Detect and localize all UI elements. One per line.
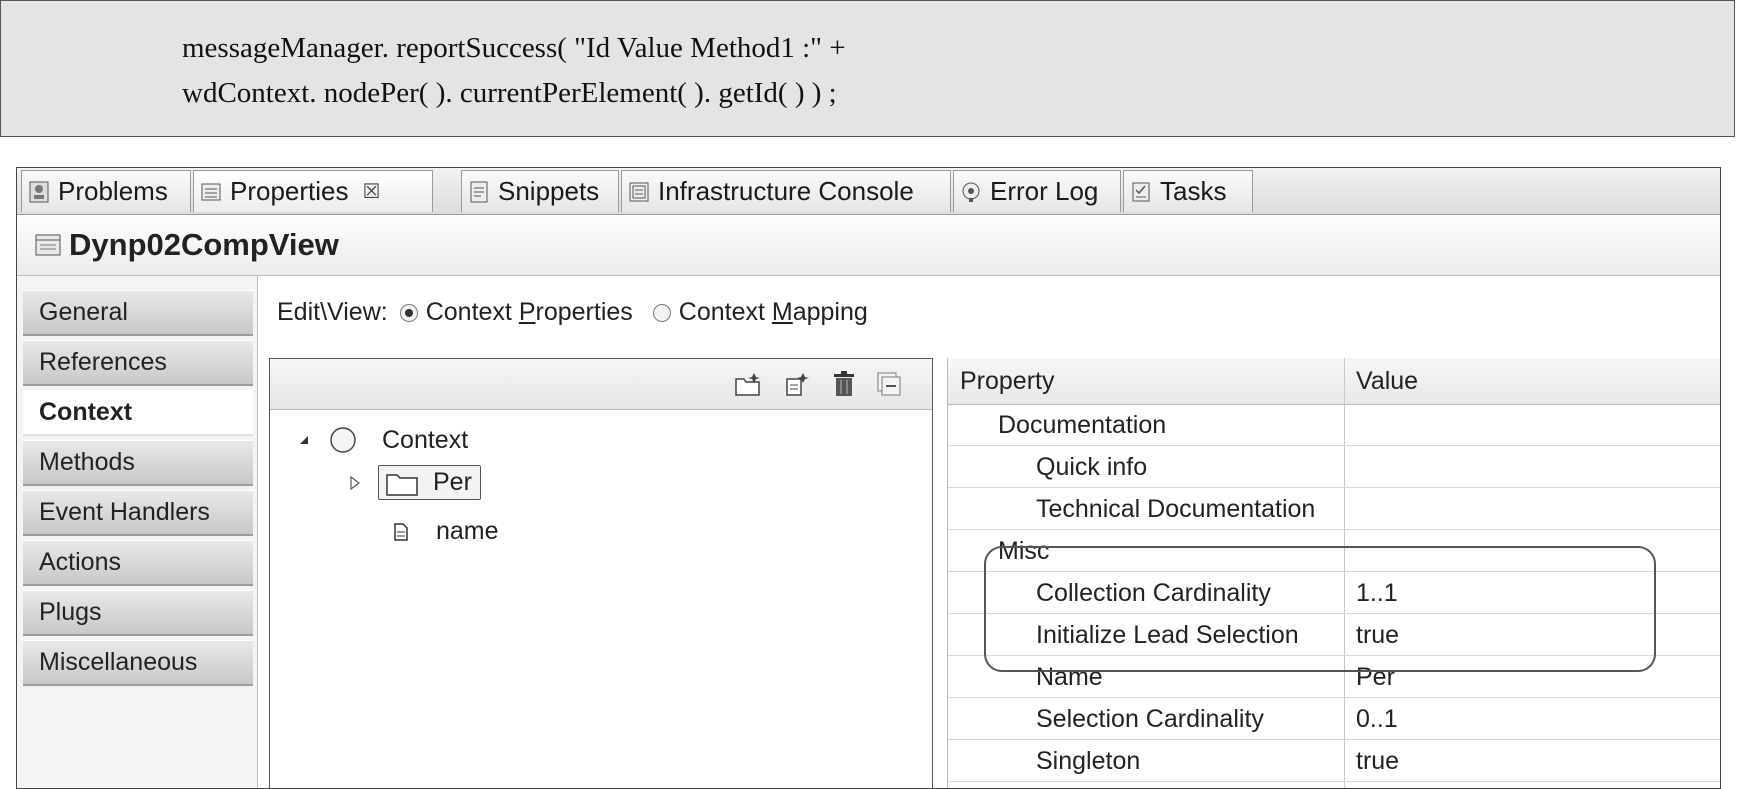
table-row[interactable]: Misc — [948, 530, 1720, 572]
view-tab-bar: Problems Properties ☒ Snippets Infrastru… — [17, 168, 1720, 215]
property-table-header: Property Value — [948, 358, 1720, 405]
tab-label: Snippets — [498, 176, 600, 206]
tab-label: Infrastructure Console — [658, 176, 914, 206]
context-node-icon — [328, 425, 358, 455]
page-title: Dynp02CompView — [69, 227, 339, 262]
table-row[interactable]: Documentation — [948, 404, 1720, 446]
tab-problems[interactable]: Problems — [21, 170, 191, 212]
attribute-icon — [392, 522, 410, 542]
context-mapping-radio[interactable] — [652, 303, 671, 322]
collapse-all-icon[interactable] — [876, 371, 902, 397]
nav-item-references[interactable]: References — [23, 340, 253, 386]
tree-attribute-name[interactable]: name — [392, 517, 499, 546]
section-nav: General References Context Methods Event… — [17, 276, 258, 788]
tab-properties[interactable]: Properties ☒ — [193, 170, 433, 212]
table-row[interactable]: Quick info — [948, 446, 1720, 488]
expanded-triangle-icon[interactable] — [298, 434, 314, 446]
view-title-bar: Dynp02CompView — [17, 215, 1720, 276]
tab-tasks[interactable]: Tasks — [1123, 170, 1253, 212]
tree-attribute-label: name — [436, 517, 499, 545]
code-line-2: wdContext. nodePer( ). currentPerElement… — [182, 77, 837, 109]
per-node-selection[interactable]: Per — [378, 465, 481, 500]
tab-infrastructure-console[interactable]: Infrastructure Console — [621, 170, 951, 212]
column-header-value[interactable]: Value — [1356, 367, 1418, 396]
folder-icon — [385, 469, 419, 497]
property-name: Name — [1036, 663, 1103, 691]
error-log-icon — [960, 180, 982, 204]
property-name: Selection Cardinality — [1036, 705, 1264, 733]
property-name: Misc — [998, 537, 1050, 565]
close-icon[interactable]: ☒ — [363, 179, 381, 204]
nav-item-methods[interactable]: Methods — [23, 440, 253, 486]
property-name: Quick info — [1036, 453, 1148, 481]
table-row[interactable]: Name Per — [948, 656, 1720, 698]
tree-node-label: Per — [433, 468, 472, 496]
context-properties-label[interactable]: Context Properties — [426, 298, 633, 327]
context-properties-radio[interactable] — [399, 303, 418, 322]
new-attribute-icon[interactable] — [784, 371, 810, 397]
delete-icon[interactable] — [832, 371, 858, 397]
collapsed-triangle-icon[interactable] — [350, 475, 366, 490]
tree-node-context[interactable]: Context — [298, 425, 468, 455]
tree-toolbar — [270, 359, 932, 410]
table-row[interactable]: Selection Cardinality 0..1 — [948, 698, 1720, 740]
view-icon — [35, 233, 61, 257]
table-row[interactable]: Technical Documentation — [948, 488, 1720, 530]
property-name: Technical Documentation — [1036, 495, 1316, 523]
property-name: Initialize Lead Selection — [1036, 621, 1299, 649]
nav-item-actions[interactable]: Actions — [23, 540, 253, 586]
console-icon — [628, 180, 650, 204]
property-value[interactable]: Per — [1356, 663, 1395, 692]
nav-item-miscellaneous[interactable]: Miscellaneous — [23, 640, 253, 686]
code-snippet-box: messageManager. reportSuccess( "Id Value… — [0, 0, 1735, 137]
property-name: Singleton — [1036, 747, 1141, 775]
context-tree-pane: Context Per name — [269, 358, 933, 788]
tree-node-label: Context — [382, 425, 469, 454]
tab-label: Error Log — [990, 176, 1099, 206]
table-row[interactable]: Collection Cardinality 1..1 — [948, 572, 1720, 614]
edit-view-label: Edit\View: — [277, 298, 388, 326]
property-value[interactable]: 0..1 — [1356, 705, 1398, 734]
table-row[interactable]: Singleton true — [948, 740, 1720, 782]
code-line-1: messageManager. reportSuccess( "Id Value… — [182, 32, 846, 64]
tree-node-per[interactable]: Per — [350, 465, 481, 500]
properties-icon — [200, 180, 222, 204]
new-node-icon[interactable] — [734, 371, 760, 397]
tasks-icon — [1130, 180, 1152, 204]
tab-error-log[interactable]: Error Log — [953, 170, 1121, 212]
column-header-property[interactable]: Property — [960, 367, 1054, 396]
property-value[interactable]: true — [1356, 621, 1399, 650]
problems-icon — [28, 180, 50, 204]
tab-label: Problems — [58, 176, 168, 206]
nav-item-context[interactable]: Context — [23, 390, 253, 436]
nav-item-plugs[interactable]: Plugs — [23, 590, 253, 636]
edit-view-selector: Edit\View: Context Properties Context Ma… — [277, 298, 868, 327]
snippets-icon — [468, 180, 490, 204]
property-name: Collection Cardinality — [1036, 579, 1271, 607]
property-value[interactable]: true — [1356, 747, 1399, 776]
property-value[interactable]: 1..1 — [1356, 579, 1398, 608]
tab-snippets[interactable]: Snippets — [461, 170, 619, 212]
property-name: Documentation — [998, 411, 1167, 439]
tab-label: Tasks — [1160, 176, 1227, 206]
table-row[interactable]: Initialize Lead Selection true — [948, 614, 1720, 656]
tab-label: Properties — [230, 176, 349, 206]
context-mapping-label[interactable]: Context Mapping — [679, 298, 868, 327]
nav-item-event-handlers[interactable]: Event Handlers — [23, 490, 253, 536]
nav-item-general[interactable]: General — [23, 290, 253, 336]
properties-panel: Problems Properties ☒ Snippets Infrastru… — [16, 167, 1721, 789]
property-table: Property Value Documentation Quick info … — [947, 358, 1720, 788]
